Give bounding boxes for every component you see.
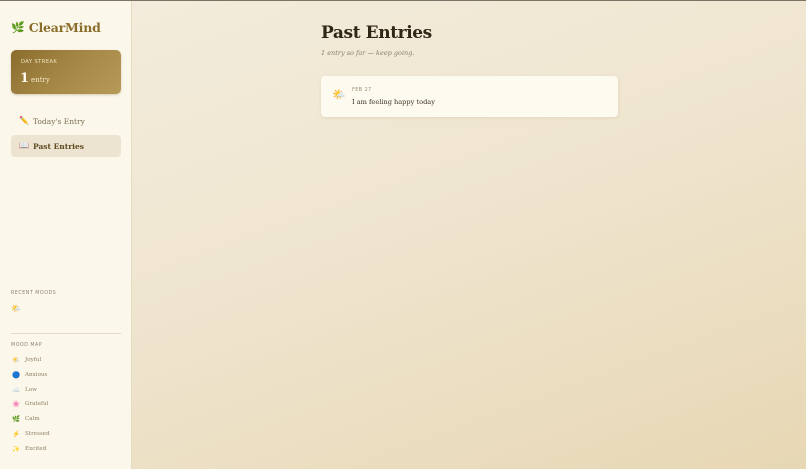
leaf-icon: 🌿: [11, 414, 21, 423]
blossom-icon: 🌸: [11, 399, 21, 408]
brand[interactable]: 🌿 ClearMind: [11, 18, 101, 36]
nav-item-label: Today's Entry: [33, 116, 85, 126]
lightning-icon: ⚡: [11, 429, 21, 438]
nav-item-todays-entry[interactable]: ✏️ Today's Entry: [11, 110, 121, 132]
mood-map-item-label: Anxious: [25, 372, 48, 378]
main-content: Past Entries 1 entry so far — keep going…: [132, 1, 806, 469]
entry-card[interactable]: 🌤️ FEB 27 I am feeling happy today: [321, 76, 618, 117]
recent-moods-label: RECENT MOODS: [11, 291, 57, 296]
entry-text: I am feeling happy today: [352, 98, 435, 106]
mood-map-item-label: Calm: [25, 416, 40, 422]
cloud-icon: ☁️: [11, 385, 21, 394]
blue-circle-icon: 🔵: [11, 370, 21, 379]
page-title: Past Entries: [321, 23, 432, 43]
day-streak-value-group: 1 entry: [20, 71, 50, 86]
sidebar-divider: [11, 333, 121, 334]
mood-map-item-label: Stressed: [25, 431, 50, 437]
mood-map-item-anxious: 🔵 Anxious: [11, 370, 47, 380]
mood-map-item-label: Excited: [25, 446, 47, 452]
sidebar: 🌿 ClearMind DAY STREAK 1 entry ✏️ Today'…: [0, 1, 132, 469]
mood-map-item-joyful: 🌤️ Joyful: [11, 355, 41, 365]
mood-map-item-grateful: 🌸 Grateful: [11, 399, 49, 409]
sun-behind-cloud-icon: 🌤️: [11, 304, 21, 313]
pencil-icon: ✏️: [19, 116, 29, 125]
sun-behind-cloud-icon: 🌤️: [332, 88, 346, 101]
nav-item-past-entries[interactable]: 📖 Past Entries: [11, 135, 121, 157]
sun-behind-cloud-icon: 🌤️: [11, 355, 21, 364]
mood-map-label: MOOD MAP: [11, 343, 43, 348]
mood-map-item-label: Joyful: [25, 357, 42, 363]
day-streak-unit: entry: [31, 76, 50, 84]
day-streak-card: DAY STREAK 1 entry: [11, 50, 121, 94]
mood-map-item-excited: ✨ Excited: [11, 444, 46, 454]
page-subtitle: 1 entry so far — keep going.: [321, 49, 415, 57]
nav-item-label: Past Entries: [33, 141, 85, 151]
book-icon: 📖: [19, 141, 29, 150]
mood-map-item-label: Grateful: [25, 401, 49, 407]
mood-map-item-calm: 🌿 Calm: [11, 414, 40, 424]
brand-name: ClearMind: [28, 19, 101, 35]
mood-map-item-stressed: ⚡ Stressed: [11, 429, 50, 439]
mood-map-item-low: ☁️ Low: [11, 385, 37, 395]
sparkles-icon: ✨: [11, 444, 21, 453]
day-streak-value: 1: [20, 71, 30, 86]
leaf-icon: 🌿: [11, 20, 25, 34]
mood-map-item-label: Low: [25, 387, 37, 393]
day-streak-label: DAY STREAK: [21, 59, 58, 65]
entry-date: FEB 27: [352, 88, 372, 93]
